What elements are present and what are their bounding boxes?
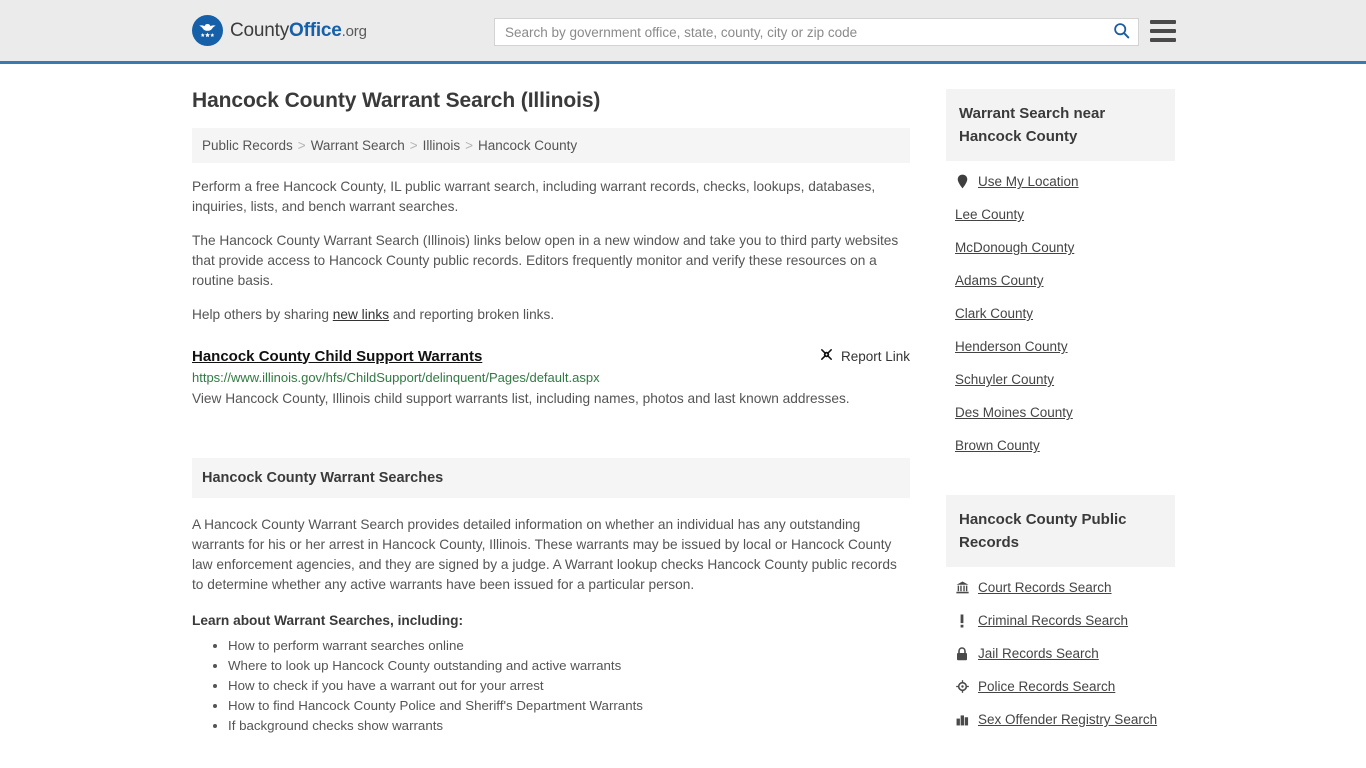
hamburger-menu-icon[interactable] [1150, 20, 1176, 42]
result-url: https://www.illinois.gov/hfs/ChildSuppor… [192, 370, 600, 385]
sidebar-item-label[interactable]: Adams County [955, 273, 1044, 288]
breadcrumb-separator: > [409, 138, 418, 153]
sidebar-item-henderson-county[interactable]: Henderson County [946, 330, 1175, 363]
police-badge-icon [955, 680, 969, 693]
map-pin-icon [955, 174, 969, 189]
share-text-after: and reporting broken links. [389, 307, 555, 322]
search-bar[interactable] [494, 18, 1139, 46]
breadcrumb-separator: > [297, 138, 306, 153]
buildings-icon [955, 713, 969, 726]
report-link-label: Report Link [840, 348, 910, 364]
sidebar-item-use-my-location[interactable]: Use My Location [946, 165, 1175, 198]
report-link-button[interactable]: Report Link [819, 347, 910, 365]
courthouse-icon [955, 581, 969, 594]
breadcrumb-item-warrant-search[interactable]: Warrant Search [311, 138, 405, 153]
sidebar-item-label[interactable]: Jail Records Search [978, 646, 1099, 661]
sidebar-item-clark-county[interactable]: Clark County [946, 297, 1175, 330]
sidebar-nearby-list: Use My Location Lee County McDonough Cou… [946, 165, 1175, 462]
sidebar-item-brown-county[interactable]: Brown County [946, 429, 1175, 462]
sidebar: Warrant Search near Hancock County Use M… [946, 64, 1175, 736]
sidebar-public-records-list: Court Records Search Criminal Records Se… [946, 571, 1175, 736]
sidebar-item-lee-county[interactable]: Lee County [946, 198, 1175, 231]
breadcrumb: Public Records > Warrant Search > Illinois > H… [192, 128, 910, 163]
sidebar-item-label[interactable]: Schuyler County [955, 372, 1054, 387]
sidebar-item-label[interactable]: Henderson County [955, 339, 1068, 354]
section-body-text: A Hancock County Warrant Search provides… [192, 517, 897, 592]
search-icon [1113, 22, 1130, 42]
hamburger-bar [1150, 20, 1176, 24]
share-text-before: Help others by sharing [192, 307, 333, 322]
result-description: View Hancock County, Illinois child supp… [192, 391, 850, 406]
intro-paragraph-1: Perform a free Hancock County, IL public… [192, 179, 876, 214]
site-logo-text: CountyOffice.org [230, 20, 367, 42]
main-content: Hancock County Warrant Search (Illinois)… [192, 64, 910, 736]
sidebar-item-label[interactable]: Sex Offender Registry Search [978, 712, 1157, 727]
result-header: Hancock County Child Support Warrants Re… [192, 347, 910, 365]
page-container: Hancock County Warrant Search (Illinois)… [0, 64, 1366, 736]
sidebar-item-label[interactable]: Court Records Search [978, 580, 1112, 595]
list-item: How to perform warrant searches online [228, 636, 910, 656]
search-button[interactable] [1104, 19, 1138, 45]
list-item: How to check if you have a warrant out f… [228, 676, 910, 696]
result-item: Hancock County Child Support Warrants Re… [192, 347, 910, 411]
breadcrumb-item-public-records[interactable]: Public Records [202, 138, 293, 153]
breadcrumb-item-illinois[interactable]: Illinois [423, 138, 461, 153]
sidebar-item-label[interactable]: Clark County [955, 306, 1033, 321]
intro-paragraph-3: Help others by sharing new links and rep… [192, 305, 910, 325]
sidebar-item-des-moines-county[interactable]: Des Moines County [946, 396, 1175, 429]
sidebar-heading-public-records: Hancock County Public Records [946, 495, 1175, 567]
sidebar-item-mcdonough-county[interactable]: McDonough County [946, 231, 1175, 264]
page-title: Hancock County Warrant Search (Illinois) [192, 89, 601, 112]
sidebar-item-adams-county[interactable]: Adams County [946, 264, 1175, 297]
sidebar-item-label[interactable]: McDonough County [955, 240, 1074, 255]
exclamation-icon [955, 614, 969, 628]
logo-text-org: .org [341, 22, 367, 40]
list-item: Where to look up Hancock County outstand… [228, 656, 910, 676]
sidebar-item-label[interactable]: Lee County [955, 207, 1024, 222]
sidebar-item-label[interactable]: Criminal Records Search [978, 613, 1128, 628]
sidebar-item-schuyler-county[interactable]: Schuyler County [946, 363, 1175, 396]
sidebar-item-sex-offender-registry-search[interactable]: Sex Offender Registry Search [946, 703, 1175, 736]
breadcrumb-item-hancock-county[interactable]: Hancock County [478, 138, 577, 153]
site-logo[interactable]: CountyOffice.org [192, 15, 367, 46]
sidebar-item-police-records-search[interactable]: Police Records Search [946, 670, 1175, 703]
site-header: CountyOffice.org [0, 0, 1366, 64]
sidebar-item-label[interactable]: Des Moines County [955, 405, 1073, 420]
section-heading-warrant-searches: Hancock County Warrant Searches [192, 458, 910, 498]
logo-text-office: Office [289, 19, 342, 41]
intro-paragraph-2: The Hancock County Warrant Search (Illin… [192, 233, 899, 288]
hamburger-bar [1150, 38, 1176, 42]
sidebar-heading-nearby: Warrant Search near Hancock County [946, 89, 1175, 161]
list-item: If background checks show warrants [228, 716, 910, 736]
learn-about-title: Learn about Warrant Searches, including: [192, 613, 464, 628]
sidebar-item-criminal-records-search[interactable]: Criminal Records Search [946, 604, 1175, 637]
eagle-shield-logo-icon [192, 15, 223, 46]
result-title-link[interactable]: Hancock County Child Support Warrants [192, 348, 482, 365]
sidebar-item-jail-records-search[interactable]: Jail Records Search [946, 637, 1175, 670]
learn-about-list: How to perform warrant searches online W… [192, 636, 910, 736]
search-input[interactable] [495, 19, 1104, 45]
list-item: How to find Hancock County Police and Sh… [228, 696, 910, 716]
sidebar-item-label[interactable]: Brown County [955, 438, 1040, 453]
new-links-link[interactable]: new links [333, 307, 389, 322]
sidebar-item-court-records-search[interactable]: Court Records Search [946, 571, 1175, 604]
hamburger-bar [1150, 29, 1176, 33]
breadcrumb-separator: > [465, 138, 474, 153]
lock-icon [955, 646, 969, 661]
logo-text-county: County [230, 19, 290, 41]
broken-link-icon [819, 347, 834, 365]
sidebar-item-label[interactable]: Use My Location [978, 174, 1079, 189]
sidebar-item-label[interactable]: Police Records Search [978, 679, 1115, 694]
